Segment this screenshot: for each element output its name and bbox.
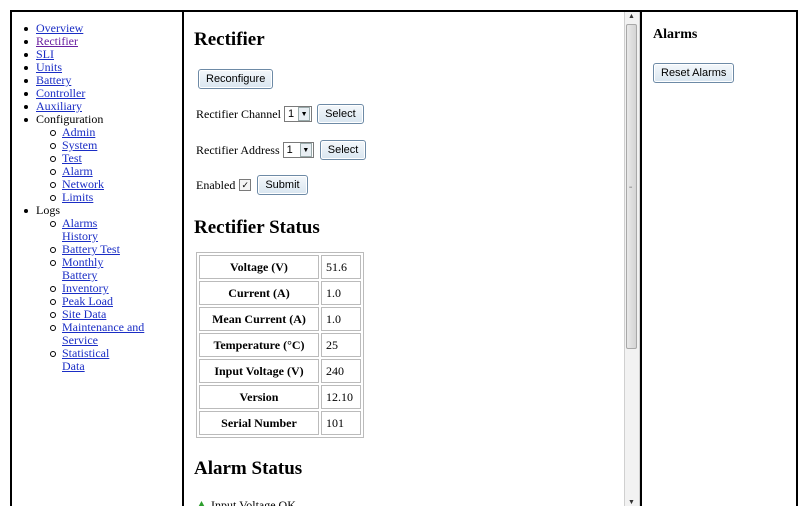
address-select-button[interactable]: Select [319,140,367,160]
channel-select-value: 1 [287,108,295,120]
alarm-status-text: Input Voltage OK [211,498,296,506]
status-key: Mean Current (A) [199,307,319,331]
status-value: 1.0 [321,307,361,331]
sidebar-subitem-maintenance[interactable]: Maintenance and Service [36,321,182,347]
sidebar-link-site-data[interactable]: Site Data [62,307,106,321]
address-select-value: 1 [286,144,293,156]
status-value: 25 [321,333,361,357]
sidebar-subitem-test[interactable]: Test [36,152,182,165]
sidebar-item-logs: Logs Alarms History Battery Test Monthly… [12,204,182,373]
sidebar-link-rectifier[interactable]: Rectifier [36,34,78,48]
status-key: Serial Number [199,411,319,435]
status-key: Current (A) [199,281,319,305]
sidebar-link-statistical-data[interactable]: Statistical Data [62,346,109,373]
table-row: Temperature (°C) 25 [199,333,361,357]
rectifier-status-title: Rectifier Status [194,217,320,238]
sidebar-section-logs: Logs [36,203,60,217]
sidebar-item-configuration: Configuration Admin System Test Alarm Ne… [12,113,182,204]
status-key: Input Voltage (V) [199,359,319,383]
sidebar-subitem-monthly-battery[interactable]: Monthly Battery [36,256,182,282]
sidebar-link-network[interactable]: Network [62,177,104,191]
app-frame: Overview Rectifier SLI Units Battery Con… [10,10,798,506]
status-value: 240 [321,359,361,383]
table-row: Current (A) 1.0 [199,281,361,305]
reset-alarms-button[interactable]: Reset Alarms [653,63,735,83]
status-value: 51.6 [321,255,361,279]
status-value: 12.10 [321,385,361,409]
table-row: Mean Current (A) 1.0 [199,307,361,331]
sidebar-subitem-alarms-history[interactable]: Alarms History [36,217,182,243]
table-row: Serial Number 101 [199,411,361,435]
sidebar-link-inventory[interactable]: Inventory [62,281,109,295]
vertical-scrollbar[interactable]: ▲ ≡ ▼ [624,12,640,506]
address-row: Rectifier Address 1 ▼ Select [196,140,367,160]
sidebar-link-test[interactable]: Test [62,151,82,165]
sidebar-link-limits[interactable]: Limits [62,190,93,204]
triangle-up-icon [198,500,205,506]
sidebar-link-units[interactable]: Units [36,60,62,74]
sidebar-link-alarms-history[interactable]: Alarms History [62,216,98,243]
sidebar-link-peak-load[interactable]: Peak Load [62,294,113,308]
sidebar-link-overview[interactable]: Overview [36,21,83,35]
alarms-title: Alarms [653,27,698,42]
address-select[interactable]: 1 ▼ [282,142,314,158]
table-row: Input Voltage (V) 240 [199,359,361,383]
sidebar-subitem-statistical-data[interactable]: Statistical Data [36,347,182,373]
checkmark-icon: ✓ [241,180,250,190]
sidebar-link-monthly-battery[interactable]: Monthly Battery [62,255,103,282]
enabled-label: Enabled [196,177,236,192]
chevron-down-icon: ▼ [298,107,311,121]
alarm-status-item: Input Voltage OK [196,498,296,506]
sidebar-subitem-system[interactable]: System [36,139,182,152]
sidebar-link-battery[interactable]: Battery [36,73,71,87]
sidebar-link-sli[interactable]: SLI [36,47,54,61]
sidebar-section-configuration: Configuration [36,112,104,126]
reconfigure-button[interactable]: Reconfigure [198,69,274,89]
channel-row: Rectifier Channel 1 ▼ Select [196,104,364,124]
submit-button[interactable]: Submit [257,175,308,195]
status-value: 101 [321,411,361,435]
grip-icon: ≡ [629,185,633,191]
sidebar-subitem-battery-test[interactable]: Battery Test [36,243,182,256]
status-key: Temperature (°C) [199,333,319,357]
sidebar-link-battery-test[interactable]: Battery Test [62,242,120,256]
scroll-thumb[interactable]: ≡ [626,24,637,349]
status-table: Voltage (V) 51.6 Current (A) 1.0 Mean Curr… [196,252,364,438]
status-key: Version [199,385,319,409]
table-row: Version 12.10 [199,385,361,409]
alarms-panel: Alarms Reset Alarms [640,12,796,506]
enabled-checkbox[interactable]: ✓ [239,179,252,191]
sidebar-link-auxiliary[interactable]: Auxiliary [36,99,82,113]
main-panel: Rectifier Reconfigure Rectifier Channel … [186,12,622,506]
channel-select-button[interactable]: Select [317,104,364,124]
scroll-up-icon[interactable]: ▲ [628,12,635,20]
sidebar-subitem-network[interactable]: Network [36,178,182,191]
alarm-status-title: Alarm Status [194,458,303,479]
page-title: Rectifier [194,29,265,50]
sidebar-link-admin[interactable]: Admin [62,125,95,139]
channel-select[interactable]: 1 ▼ [283,106,313,122]
address-label: Rectifier Address [196,142,280,157]
table-row: Voltage (V) 51.6 [199,255,361,279]
chevron-down-icon: ▼ [299,143,312,157]
sidebar-link-alarm[interactable]: Alarm [62,164,93,178]
status-value: 1.0 [321,281,361,305]
sidebar-subitem-peak-load[interactable]: Peak Load [36,295,182,308]
sidebar-nav: Overview Rectifier SLI Units Battery Con… [12,12,184,506]
status-key: Voltage (V) [199,255,319,279]
scroll-down-icon[interactable]: ▼ [628,498,635,506]
sidebar-subitem-admin[interactable]: Admin [36,126,182,139]
sidebar-link-maintenance[interactable]: Maintenance and Service [62,320,144,347]
sidebar-link-system[interactable]: System [62,138,97,152]
sidebar-link-controller[interactable]: Controller [36,86,85,100]
sidebar-subitem-alarm[interactable]: Alarm [36,165,182,178]
channel-label: Rectifier Channel [196,106,281,121]
enabled-row: Enabled ✓ Submit [196,175,308,195]
